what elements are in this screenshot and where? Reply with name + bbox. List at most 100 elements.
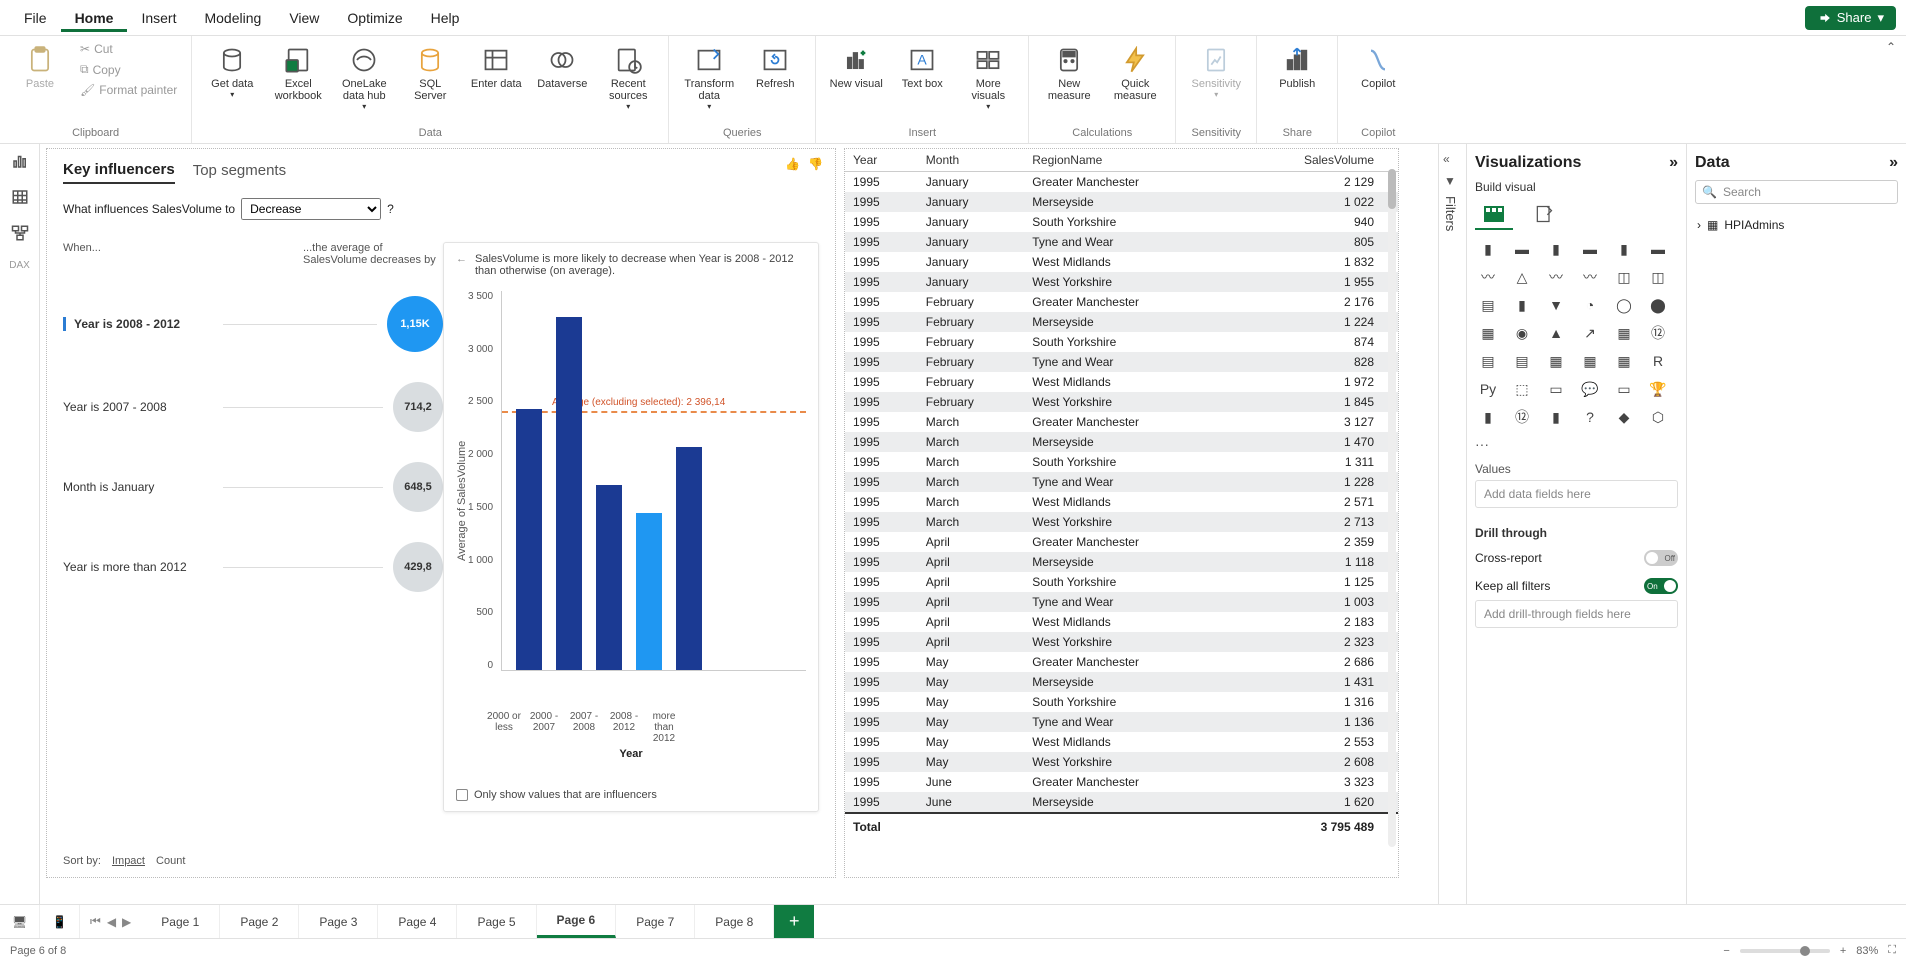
model-view-icon[interactable] [11, 224, 29, 242]
table-row[interactable]: 1995MarchMerseyside1 470 [845, 432, 1398, 452]
chart-bar[interactable] [556, 317, 582, 670]
menu-help[interactable]: Help [417, 4, 474, 32]
table-row[interactable]: 1995FebruaryTyne and Wear828 [845, 352, 1398, 372]
table-row[interactable]: 1995FebruaryMerseyside1 224 [845, 312, 1398, 332]
only-influencers-checkbox[interactable]: Only show values that are influencers [456, 789, 657, 801]
table-row[interactable]: 1995FebruaryWest Yorkshire1 845 [845, 392, 1398, 412]
menu-insert[interactable]: Insert [127, 4, 190, 32]
table-row[interactable]: 1995FebruaryWest Midlands1 972 [845, 372, 1398, 392]
viz-type-icon[interactable]: ▮ [1611, 238, 1637, 260]
menu-modeling[interactable]: Modeling [190, 4, 275, 32]
page-tab[interactable]: Page 5 [457, 905, 536, 938]
viz-type-icon[interactable]: ▦ [1611, 350, 1637, 372]
viz-type-icon[interactable]: ▦ [1577, 350, 1603, 372]
build-tab[interactable] [1475, 200, 1513, 230]
add-page-button[interactable]: + [774, 905, 814, 938]
table-scrollbar[interactable] [1388, 169, 1396, 847]
viz-type-icon[interactable]: ⬤ [1645, 294, 1671, 316]
page-tab[interactable]: Page 7 [616, 905, 695, 938]
viz-type-icon[interactable]: 🏆 [1645, 378, 1671, 400]
table-view-icon[interactable] [11, 188, 29, 206]
table-row[interactable]: 1995AprilTyne and Wear1 003 [845, 592, 1398, 612]
viz-type-icon[interactable]: ◫ [1645, 266, 1671, 288]
new-visual-button[interactable]: New visual [826, 40, 886, 94]
excel-button[interactable]: Excel workbook [268, 40, 328, 106]
report-canvas[interactable]: Key influencers Top segments 👍 👎 What in… [40, 144, 1438, 904]
thumbs-up-icon[interactable]: 👍 [785, 157, 800, 171]
table-row[interactable]: 1995FebruaryGreater Manchester2 176 [845, 292, 1398, 312]
viz-type-icon[interactable]: 〰 [1577, 266, 1603, 288]
format-tab[interactable] [1525, 200, 1563, 230]
keep-filters-toggle[interactable]: On [1644, 578, 1678, 594]
viz-more-button[interactable]: ··· [1475, 434, 1678, 454]
table-row[interactable]: 1995AprilMerseyside1 118 [845, 552, 1398, 572]
viz-type-icon[interactable]: Py [1475, 378, 1501, 400]
recent-sources-button[interactable]: Recent sources▾ [598, 40, 658, 115]
chart-bar[interactable] [636, 513, 662, 670]
page-prev-icon[interactable]: ◀ [107, 915, 116, 929]
viz-type-icon[interactable]: ⑫ [1509, 406, 1535, 428]
viz-type-icon[interactable]: R [1645, 350, 1671, 372]
viz-type-icon[interactable]: ▤ [1509, 350, 1535, 372]
table-row[interactable]: 1995MarchWest Midlands2 571 [845, 492, 1398, 512]
thumbs-down-icon[interactable]: 👎 [808, 157, 823, 171]
onelake-button[interactable]: OneLake data hub▾ [334, 40, 394, 115]
table-row[interactable]: 1995JuneGreater Manchester3 323 [845, 772, 1398, 792]
table-row[interactable]: 1995MayMerseyside1 431 [845, 672, 1398, 692]
publish-button[interactable]: Publish [1267, 40, 1327, 94]
refresh-button[interactable]: Refresh [745, 40, 805, 94]
viz-type-icon[interactable]: 〰 [1543, 266, 1569, 288]
table-visual[interactable]: YearMonthRegionNameSalesVolume 1995Janua… [844, 148, 1399, 878]
viz-type-icon[interactable]: ▭ [1611, 378, 1637, 400]
viz-type-icon[interactable]: 💬 [1577, 378, 1603, 400]
viz-type-icon[interactable]: ▤ [1475, 350, 1501, 372]
table-row[interactable]: 1995AprilGreater Manchester2 359 [845, 532, 1398, 552]
menu-file[interactable]: File [10, 4, 61, 32]
viz-type-icon[interactable]: ⬚ [1509, 378, 1535, 400]
viz-type-icon[interactable]: ▬ [1509, 238, 1535, 260]
cut-button[interactable]: ✂Cut [76, 40, 181, 58]
menu-optimize[interactable]: Optimize [333, 4, 416, 32]
text-box-button[interactable]: AText box [892, 40, 952, 94]
viz-type-icon[interactable]: △ [1509, 266, 1535, 288]
viz-type-icon[interactable]: ▬ [1645, 238, 1671, 260]
viz-type-icon[interactable]: ▦ [1475, 322, 1501, 344]
viz-type-icon[interactable]: ▮ [1509, 294, 1535, 316]
table-row[interactable]: 1995MarchGreater Manchester3 127 [845, 412, 1398, 432]
viz-type-icon[interactable]: ⬡ [1645, 406, 1671, 428]
cross-report-toggle[interactable]: Off [1644, 550, 1678, 566]
viz-type-icon[interactable]: ↗ [1577, 322, 1603, 344]
table-header[interactable]: Year [845, 149, 918, 172]
table-row[interactable]: 1995JanuaryWest Yorkshire1 955 [845, 272, 1398, 292]
page-tab[interactable]: Page 8 [695, 905, 774, 938]
viz-type-icon[interactable]: ▮ [1543, 238, 1569, 260]
enter-data-button[interactable]: Enter data [466, 40, 526, 94]
tab-key-influencers[interactable]: Key influencers [63, 157, 175, 184]
table-row[interactable]: 1995AprilWest Yorkshire2 323 [845, 632, 1398, 652]
more-visuals-button[interactable]: More visuals▾ [958, 40, 1018, 115]
menu-home[interactable]: Home [61, 4, 128, 32]
chart-bar[interactable] [596, 485, 622, 670]
table-header[interactable]: Month [918, 149, 1024, 172]
table-row[interactable]: 1995JanuaryWest Midlands1 832 [845, 252, 1398, 272]
table-row[interactable]: 1995JanuarySouth Yorkshire940 [845, 212, 1398, 232]
desktop-layout-icon[interactable]: 🖥 [0, 905, 40, 938]
viz-type-icon[interactable]: ◯ [1611, 294, 1637, 316]
share-button[interactable]: Share ▾ [1805, 6, 1896, 30]
new-measure-button[interactable]: New measure [1039, 40, 1099, 106]
table-row[interactable]: 1995AprilWest Midlands2 183 [845, 612, 1398, 632]
influencer-row[interactable]: Month is January648,5 [63, 462, 443, 512]
viz-type-icon[interactable]: ◆ [1611, 406, 1637, 428]
quick-measure-button[interactable]: Quick measure [1105, 40, 1165, 106]
menu-view[interactable]: View [275, 4, 333, 32]
table-row[interactable]: 1995JuneMerseyside1 620 [845, 792, 1398, 813]
sensitivity-button[interactable]: Sensitivity▾ [1186, 40, 1246, 103]
dax-view-icon[interactable]: DAX [9, 260, 30, 271]
zoom-out-button[interactable]: − [1723, 945, 1729, 957]
page-first-icon[interactable]: ⏮ [90, 914, 101, 929]
viz-type-icon[interactable]: ▮ [1475, 406, 1501, 428]
viz-type-icon[interactable]: ▬ [1577, 238, 1603, 260]
pane-collapse-icon[interactable]: » [1669, 154, 1678, 172]
table-row[interactable]: 1995MayTyne and Wear1 136 [845, 712, 1398, 732]
back-arrow-icon[interactable]: ← [456, 253, 467, 277]
